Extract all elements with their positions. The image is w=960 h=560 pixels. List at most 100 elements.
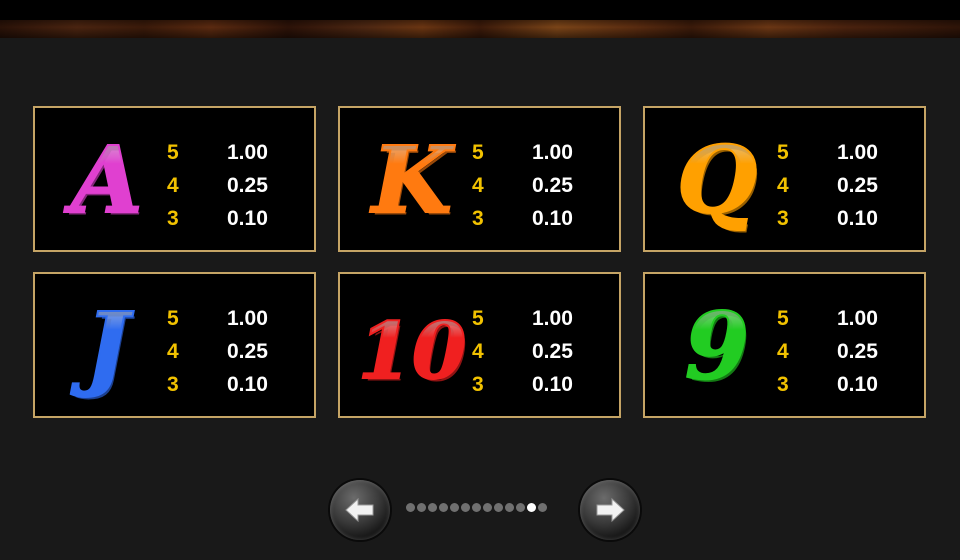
payout-row: 4 0.25 bbox=[777, 169, 917, 202]
payout-value: 0.25 bbox=[227, 174, 268, 197]
symbol-10-icon: 10 10 bbox=[348, 274, 472, 416]
match-count: 3 bbox=[777, 207, 789, 230]
match-count: 3 bbox=[167, 207, 179, 230]
match-count: 4 bbox=[472, 174, 484, 197]
svg-text:J: J bbox=[70, 292, 134, 400]
previous-page-button[interactable] bbox=[330, 480, 390, 540]
payout-value: 0.10 bbox=[837, 207, 878, 230]
payout-row: 4 0.25 bbox=[472, 335, 612, 368]
symbol-9-icon: 99 bbox=[653, 274, 777, 416]
page-dot[interactable] bbox=[428, 503, 437, 512]
payout-value: 0.25 bbox=[837, 340, 878, 363]
match-count: 3 bbox=[472, 373, 484, 396]
paytable-panel-9: 99 5 1.00 4 0.25 3 0.10 bbox=[643, 272, 926, 418]
payout-row: 5 1.00 bbox=[777, 302, 917, 335]
match-count: 5 bbox=[167, 307, 179, 330]
payout-value: 0.10 bbox=[227, 373, 268, 396]
match-count: 4 bbox=[777, 340, 789, 363]
next-page-button[interactable] bbox=[580, 480, 640, 540]
svg-text:A: A bbox=[63, 126, 142, 234]
match-count: 3 bbox=[167, 373, 179, 396]
match-count: 3 bbox=[472, 207, 484, 230]
payout-value: 1.00 bbox=[532, 307, 573, 330]
match-count: 5 bbox=[167, 141, 179, 164]
page-dot[interactable] bbox=[516, 503, 525, 512]
payout-value: 0.10 bbox=[227, 207, 268, 230]
top-bar bbox=[0, 0, 960, 20]
page-dot[interactable] bbox=[439, 503, 448, 512]
payout-value: 0.25 bbox=[532, 340, 573, 363]
payout-row: 5 1.00 bbox=[472, 302, 612, 335]
match-count: 4 bbox=[167, 174, 179, 197]
paytable-panel-k: KK 5 1.00 4 0.25 3 0.10 bbox=[338, 106, 621, 252]
svg-text:K: K bbox=[369, 126, 456, 234]
paytable-panel-a: AA 5 1.00 4 0.25 3 0.10 bbox=[33, 106, 316, 252]
payout-row: 3 0.10 bbox=[777, 202, 917, 235]
symbol-a-icon: AA bbox=[43, 108, 167, 250]
paytable-panel-j: JJ 5 1.00 4 0.25 3 0.10 bbox=[33, 272, 316, 418]
match-count: 4 bbox=[777, 174, 789, 197]
paytable-screen: AA 5 1.00 4 0.25 3 0.10 KK 5 1.00 4 0.25 3 0.1… bbox=[0, 0, 960, 560]
payout-value: 1.00 bbox=[837, 141, 878, 164]
symbol-q-icon: QQ bbox=[653, 108, 777, 250]
paytable-panel-10: 10 10 5 1.00 4 0.25 3 0.10 bbox=[338, 272, 621, 418]
payout-list: 5 1.00 4 0.25 3 0.10 bbox=[777, 136, 917, 235]
payout-value: 1.00 bbox=[837, 307, 878, 330]
payout-row: 5 1.00 bbox=[167, 136, 307, 169]
payout-row: 5 1.00 bbox=[777, 136, 917, 169]
payout-value: 0.10 bbox=[532, 373, 573, 396]
payout-value: 0.25 bbox=[227, 340, 268, 363]
payout-list: 5 1.00 4 0.25 3 0.10 bbox=[472, 136, 612, 235]
match-count: 5 bbox=[472, 141, 484, 164]
paytable-navigation bbox=[330, 478, 642, 540]
page-indicator bbox=[406, 503, 547, 515]
page-dot[interactable] bbox=[406, 503, 415, 512]
match-count: 3 bbox=[777, 373, 789, 396]
payout-list: 5 1.00 4 0.25 3 0.10 bbox=[167, 302, 307, 401]
match-count: 4 bbox=[472, 340, 484, 363]
payout-row: 4 0.25 bbox=[777, 335, 917, 368]
svg-text:9: 9 bbox=[685, 292, 749, 400]
page-dot[interactable] bbox=[494, 503, 503, 512]
match-count: 5 bbox=[472, 307, 484, 330]
payout-row: 4 0.25 bbox=[472, 169, 612, 202]
page-dot[interactable] bbox=[472, 503, 481, 512]
page-dot[interactable] bbox=[505, 503, 514, 512]
payout-value: 1.00 bbox=[227, 307, 268, 330]
symbol-j-icon: JJ bbox=[43, 274, 167, 416]
game-background-strip bbox=[0, 20, 960, 38]
payout-row: 5 1.00 bbox=[167, 302, 307, 335]
payout-row: 3 0.10 bbox=[472, 202, 612, 235]
payout-row: 3 0.10 bbox=[472, 368, 612, 401]
payout-value: 1.00 bbox=[532, 141, 573, 164]
arrow-left-icon bbox=[345, 497, 374, 523]
payout-row: 5 1.00 bbox=[472, 136, 612, 169]
svg-text:Q: Q bbox=[677, 126, 757, 234]
payout-row: 3 0.10 bbox=[167, 368, 307, 401]
payout-row: 3 0.10 bbox=[167, 202, 307, 235]
page-dot[interactable] bbox=[527, 503, 536, 512]
page-dot[interactable] bbox=[483, 503, 492, 512]
payout-row: 4 0.25 bbox=[167, 169, 307, 202]
paytable-panel-q: QQ 5 1.00 4 0.25 3 0.10 bbox=[643, 106, 926, 252]
payout-value: 0.25 bbox=[837, 174, 878, 197]
svg-text:10: 10 bbox=[358, 306, 467, 397]
symbol-k-icon: KK bbox=[348, 108, 472, 250]
page-dot[interactable] bbox=[538, 503, 547, 512]
payout-row: 4 0.25 bbox=[167, 335, 307, 368]
match-count: 4 bbox=[167, 340, 179, 363]
payout-list: 5 1.00 4 0.25 3 0.10 bbox=[167, 136, 307, 235]
payout-value: 0.10 bbox=[532, 207, 573, 230]
match-count: 5 bbox=[777, 141, 789, 164]
payout-list: 5 1.00 4 0.25 3 0.10 bbox=[777, 302, 917, 401]
payout-value: 0.25 bbox=[532, 174, 573, 197]
page-dot[interactable] bbox=[417, 503, 426, 512]
payout-row: 3 0.10 bbox=[777, 368, 917, 401]
payout-list: 5 1.00 4 0.25 3 0.10 bbox=[472, 302, 612, 401]
payout-value: 1.00 bbox=[227, 141, 268, 164]
page-dot[interactable] bbox=[450, 503, 459, 512]
match-count: 5 bbox=[777, 307, 789, 330]
page-dot[interactable] bbox=[461, 503, 470, 512]
arrow-right-icon bbox=[596, 497, 625, 523]
payout-value: 0.10 bbox=[837, 373, 878, 396]
